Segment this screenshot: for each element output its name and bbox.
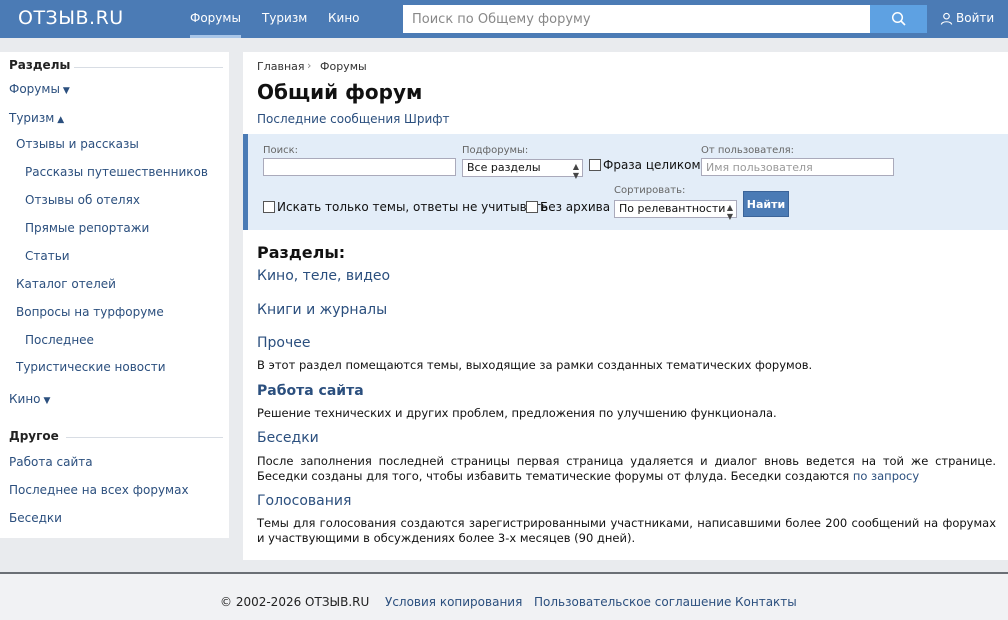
chevron-right-icon: › xyxy=(307,59,312,72)
sidebar-forums-label: Форумы xyxy=(9,82,60,96)
footer-link-agreement[interactable]: Пользовательское соглашение xyxy=(534,595,731,609)
section-link-kino[interactable]: Кино, теле, видео xyxy=(257,268,390,284)
breadcrumb-home[interactable]: Главная xyxy=(257,60,305,73)
section-link-polls[interactable]: Голосования xyxy=(257,493,351,509)
footer: © 2002-2026 ОТЗЫВ.RU Условия копирования… xyxy=(0,572,1008,620)
sidebar-forums-toggle[interactable]: Форумы ▼ xyxy=(9,82,70,96)
sidebar-item-chats[interactable]: Беседки xyxy=(9,511,62,525)
sidebar-item-hotel-catalog[interactable]: Каталог отелей xyxy=(16,277,116,291)
sort-select[interactable]: По релевантности ▲ ▼ xyxy=(614,200,737,221)
section-link-books[interactable]: Книги и журналы xyxy=(257,302,387,318)
subforums-select-value: Все разделы xyxy=(467,161,541,174)
footer-link-contacts[interactable]: Контакты xyxy=(735,595,797,609)
section-desc-polls: Темы для голосования создаются зарегистр… xyxy=(257,516,996,545)
sidebar-item-tourist-news[interactable]: Туристические новости xyxy=(16,360,166,374)
section-link-chats[interactable]: Беседки xyxy=(257,430,319,446)
top-header: ОТЗЫВ.RU Форумы Туризм Кино Войти xyxy=(0,0,1008,38)
sidebar-item-tour-questions[interactable]: Вопросы на турфоруме xyxy=(16,305,164,319)
sidebar-item-latest[interactable]: Последнее xyxy=(25,333,94,347)
magnifier-icon xyxy=(891,11,906,26)
sidebar-item-traveler-stories[interactable]: Рассказы путешественников xyxy=(25,165,208,179)
find-button[interactable]: Найти xyxy=(743,191,789,217)
sidebar-item-latest-all[interactable]: Последнее на всех форумах xyxy=(9,483,189,497)
sidebar-item-articles[interactable]: Статьи xyxy=(25,249,70,263)
filter-search-label: Поиск: xyxy=(263,145,299,156)
filter-sort-label: Сортировать: xyxy=(614,185,686,196)
footer-copyright: © 2002-2026 ОТЗЫВ.RU xyxy=(220,595,370,609)
sort-select-value: По релевантности xyxy=(619,202,726,215)
section-link-other[interactable]: Прочее xyxy=(257,335,310,351)
latest-messages-link[interactable]: Последние сообщения xyxy=(257,112,400,126)
topics-only-label: Искать только темы, ответы не учитывать xyxy=(277,200,549,214)
site-logo[interactable]: ОТЗЫВ.RU xyxy=(18,7,124,29)
section-desc-other: В этот раздел помещаются темы, выходящие… xyxy=(257,358,813,372)
sidebar-divider xyxy=(74,67,223,68)
topics-only-checkbox[interactable] xyxy=(263,201,275,213)
select-arrows-icon: ▲ ▼ xyxy=(726,203,733,221)
caret-down-icon: ▼ xyxy=(62,86,70,96)
section-desc-site-work: Решение технических и других проблем, пр… xyxy=(257,406,777,420)
search-button[interactable] xyxy=(870,5,927,33)
no-archive-label: Без архива xyxy=(540,200,611,214)
sidebar-kino-label: Кино xyxy=(9,392,41,406)
exact-phrase-label: Фраза целиком xyxy=(603,158,701,172)
sidebar-other-heading: Другое xyxy=(9,429,59,443)
sections-heading: Разделы: xyxy=(257,243,346,262)
footer-link-copying[interactable]: Условия копирования xyxy=(385,595,522,609)
font-link[interactable]: Шрифт xyxy=(404,112,450,126)
page-title: Общий форум xyxy=(257,80,423,104)
nav-kino[interactable]: Кино xyxy=(328,11,360,38)
sidebar-tourism-label: Туризм xyxy=(9,111,55,125)
caret-down-icon: ▼ xyxy=(43,396,51,406)
login-label: Войти xyxy=(956,11,995,25)
filter-subforums-label: Подфорумы: xyxy=(462,145,529,156)
sidebar-tourism-toggle[interactable]: Туризм ▲ xyxy=(9,111,64,125)
caret-up-icon: ▲ xyxy=(57,115,65,125)
no-archive-checkbox[interactable] xyxy=(526,201,538,213)
forum-search-input[interactable] xyxy=(403,5,870,33)
sidebar-kino-toggle[interactable]: Кино ▼ xyxy=(9,392,50,406)
sidebar-divider xyxy=(66,437,223,438)
subforums-select[interactable]: Все разделы ▲ ▼ xyxy=(462,159,583,180)
filter-user-input[interactable] xyxy=(701,158,894,176)
section-link-site-work[interactable]: Работа сайта xyxy=(257,383,364,399)
breadcrumb-current: Форумы xyxy=(320,60,367,73)
filter-search-input[interactable] xyxy=(263,158,456,176)
user-icon xyxy=(940,12,953,25)
sidebar-item-reviews[interactable]: Отзывы и рассказы xyxy=(16,137,139,151)
on-request-link[interactable]: по запросу xyxy=(853,469,919,483)
sidebar-item-live-reports[interactable]: Прямые репортажи xyxy=(25,221,149,235)
sidebar-item-site-work[interactable]: Работа сайта xyxy=(9,455,93,469)
select-arrows-icon: ▲ ▼ xyxy=(572,162,579,180)
exact-phrase-checkbox[interactable] xyxy=(589,159,601,171)
login-button[interactable]: Войти xyxy=(940,11,994,25)
sidebar-sections-heading: Разделы xyxy=(9,58,71,72)
filter-user-label: От пользователя: xyxy=(701,145,795,156)
sidebar-item-hotel-reviews[interactable]: Отзывы об отелях xyxy=(25,193,140,207)
nav-tourism[interactable]: Туризм xyxy=(262,11,307,38)
section-desc-chats: После заполнения последней страницы перв… xyxy=(257,454,996,484)
nav-forums[interactable]: Форумы xyxy=(190,11,241,38)
